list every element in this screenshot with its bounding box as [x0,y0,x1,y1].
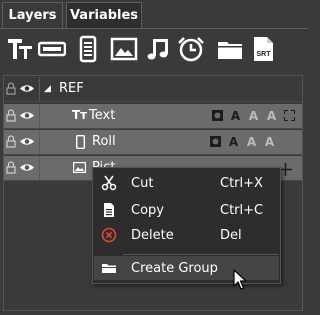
row-separator [39,156,40,180]
row-separator [39,130,40,154]
text-type-icon: Tт [72,108,88,122]
add-clock-button[interactable] [176,34,206,64]
menu-label: Copy [131,203,164,218]
flag-a-plain[interactable]: A [265,109,278,123]
eye-icon[interactable] [19,135,35,148]
folder-icon [102,264,116,273]
context-menu: Cut Ctrl+X Copy Ctrl+C Delete Del Create… [92,167,281,284]
roll-bar-icon [38,41,66,57]
stop-flag-icon[interactable] [211,109,224,122]
layer-name: Roll [92,134,116,149]
flag-a-bold[interactable]: A [227,135,240,149]
row-separator [39,104,40,128]
alarm-clock-icon [178,37,204,62]
add-picture-button[interactable] [109,34,139,64]
layer-name: REF [59,81,84,96]
eye-icon[interactable] [19,161,35,174]
mouse-cursor-icon [233,269,247,290]
picture-icon [110,37,138,61]
delete-circle-icon [101,227,117,243]
flag-a-outline[interactable]: A [245,135,258,149]
menu-shortcut: Ctrl+C [220,203,264,218]
row-separator [39,77,40,101]
srt-badge: SRT [257,51,272,58]
row-divider [4,154,302,155]
layer-row-roll[interactable]: Roll A A A [4,130,302,154]
layer-flags: A A A [209,135,276,149]
lock-icon[interactable] [6,135,16,148]
flag-a-plain[interactable]: A [263,135,276,149]
menu-item-cut[interactable]: Cut Ctrl+X [94,171,279,195]
menu-item-create-group[interactable]: Create Group [94,256,279,280]
tab-divider [0,28,308,29]
row-divider [4,101,302,102]
crawl-document-icon [79,35,97,63]
add-subtitle-button[interactable]: SRT [248,34,278,64]
row-divider [4,128,302,129]
menu-label: Create Group [131,261,218,276]
panel-tabs: Layers Variables [0,0,308,29]
eye-icon[interactable] [19,109,35,122]
roll-type-icon [76,135,85,149]
add-folder-button[interactable] [215,34,245,64]
menu-shortcut: Ctrl+X [220,176,263,191]
music-note-icon [147,39,168,60]
picture-type-icon [73,162,86,173]
resize-icon[interactable] [283,109,296,122]
lock-icon[interactable] [6,161,16,174]
folder-icon [218,42,242,59]
layer-flags: A A A [211,109,296,123]
add-layer-toolbar: SRT [0,32,308,66]
menu-label: Delete [131,228,174,243]
layer-row-text[interactable]: Tт Text A A A [4,104,302,128]
text-icon [8,39,32,59]
stop-flag-icon[interactable] [209,135,222,148]
layer-row-ref[interactable]: ◢ REF [4,77,302,101]
layer-name: Text [89,108,116,123]
flag-a-outline[interactable]: A [247,109,260,123]
expand-triangle-icon[interactable]: ◢ [44,84,51,94]
tab-variables[interactable]: Variables [66,2,142,29]
eye-icon[interactable] [19,82,35,95]
add-text-button[interactable] [5,34,35,64]
add-roll-button[interactable] [37,34,67,64]
lock-icon[interactable] [6,109,16,122]
flag-a-bold[interactable]: A [229,109,242,123]
lock-icon[interactable] [6,82,16,95]
add-audio-button[interactable] [143,34,173,64]
tab-layers[interactable]: Layers [2,2,63,29]
scissors-icon [101,175,117,191]
menu-separator [123,254,278,255]
srt-file-icon: SRT [254,37,273,61]
menu-item-copy[interactable]: Copy Ctrl+C [94,198,279,222]
menu-shortcut: Del [220,228,242,243]
menu-item-delete[interactable]: Delete Del [94,223,279,247]
menu-label: Cut [131,176,154,191]
copy-icon [104,203,114,217]
add-crawl-button[interactable] [73,34,103,64]
